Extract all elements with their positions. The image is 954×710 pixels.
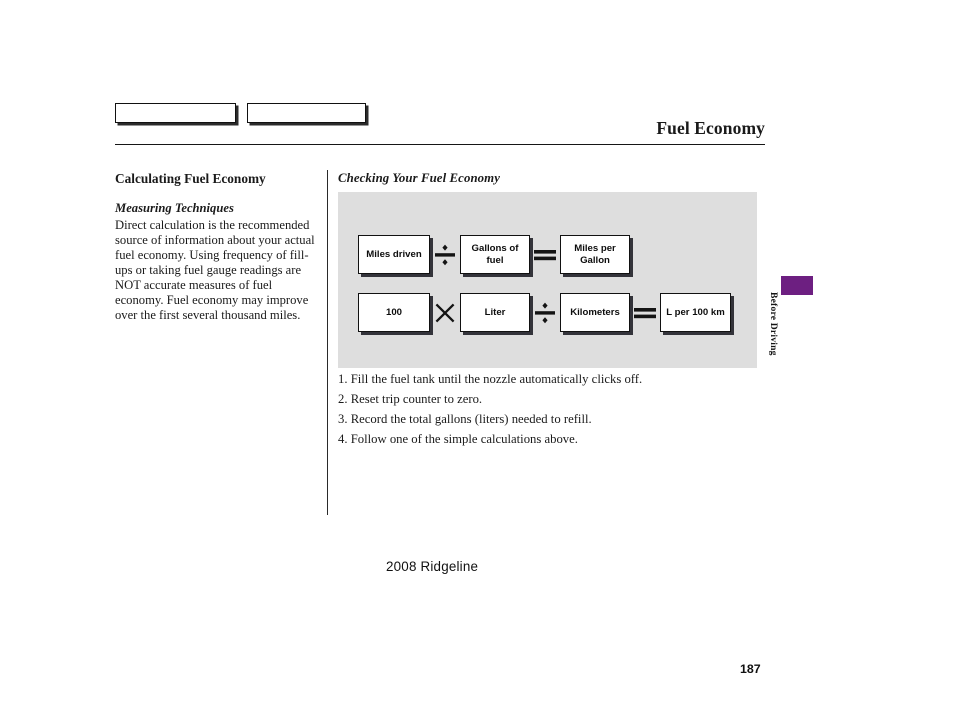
fuel-economy-formula-figure: Miles driven Gallons of fuel Miles per G… xyxy=(338,192,757,368)
body-paragraph: Direct calculation is the recommended so… xyxy=(115,217,315,322)
page-title: Fuel Economy xyxy=(656,118,765,138)
manual-page: Fuel Economy Calculating Fuel Economy Me… xyxy=(0,0,954,710)
header-tab-box-2 xyxy=(247,103,366,123)
footer-model: 2008 Ridgeline xyxy=(386,559,479,574)
formula-term-miles-per-gallon: Miles per Gallon xyxy=(560,235,630,274)
formula-term-liters-per-100km: L per 100 km xyxy=(660,293,731,332)
right-column-heading: Checking Your Fuel Economy xyxy=(338,171,500,185)
section-thumb-tab-marker xyxy=(781,276,813,295)
formula-row-imperial: Miles driven Gallons of fuel Miles per G… xyxy=(358,235,630,274)
list-item: 4. Follow one of the simple calculations… xyxy=(338,431,578,446)
sub-heading: Measuring Techniques xyxy=(115,200,234,215)
list-item: 1. Fill the fuel tank until the nozzle a… xyxy=(338,372,643,386)
formula-term-kilometers: Kilometers xyxy=(560,293,630,332)
multiply-icon xyxy=(430,301,460,325)
formula-term-hundred: 100 xyxy=(358,293,430,332)
section-thumb-tab-label: Before Driving xyxy=(768,292,779,356)
right-column: Checking Your Fuel Economy xyxy=(338,171,758,194)
divide-icon xyxy=(430,242,460,268)
column-divider xyxy=(327,170,328,515)
instruction-steps: 1. Fill the fuel tank until the nozzle a… xyxy=(338,370,738,450)
formula-row-metric: 100 Liter Kilometers L per 100 km xyxy=(358,293,731,332)
section-heading: Calculating Fuel Economy xyxy=(115,171,266,186)
formula-term-miles-driven: Miles driven xyxy=(358,235,430,274)
formula-term-liter: Liter xyxy=(460,293,530,332)
equals-icon xyxy=(630,303,660,323)
page-number: 187 xyxy=(740,662,761,676)
header-rule xyxy=(115,144,765,145)
equals-icon xyxy=(530,245,560,265)
left-column: Calculating Fuel Economy Measuring Techn… xyxy=(115,171,320,323)
header-tab-box-1 xyxy=(115,103,236,123)
list-item: 2. Reset trip counter to zero. xyxy=(338,391,483,406)
formula-term-gallons-of-fuel: Gallons of fuel xyxy=(460,235,530,274)
list-item: 3. Record the total gallons (liters) nee… xyxy=(338,411,592,426)
divide-icon xyxy=(530,300,560,326)
